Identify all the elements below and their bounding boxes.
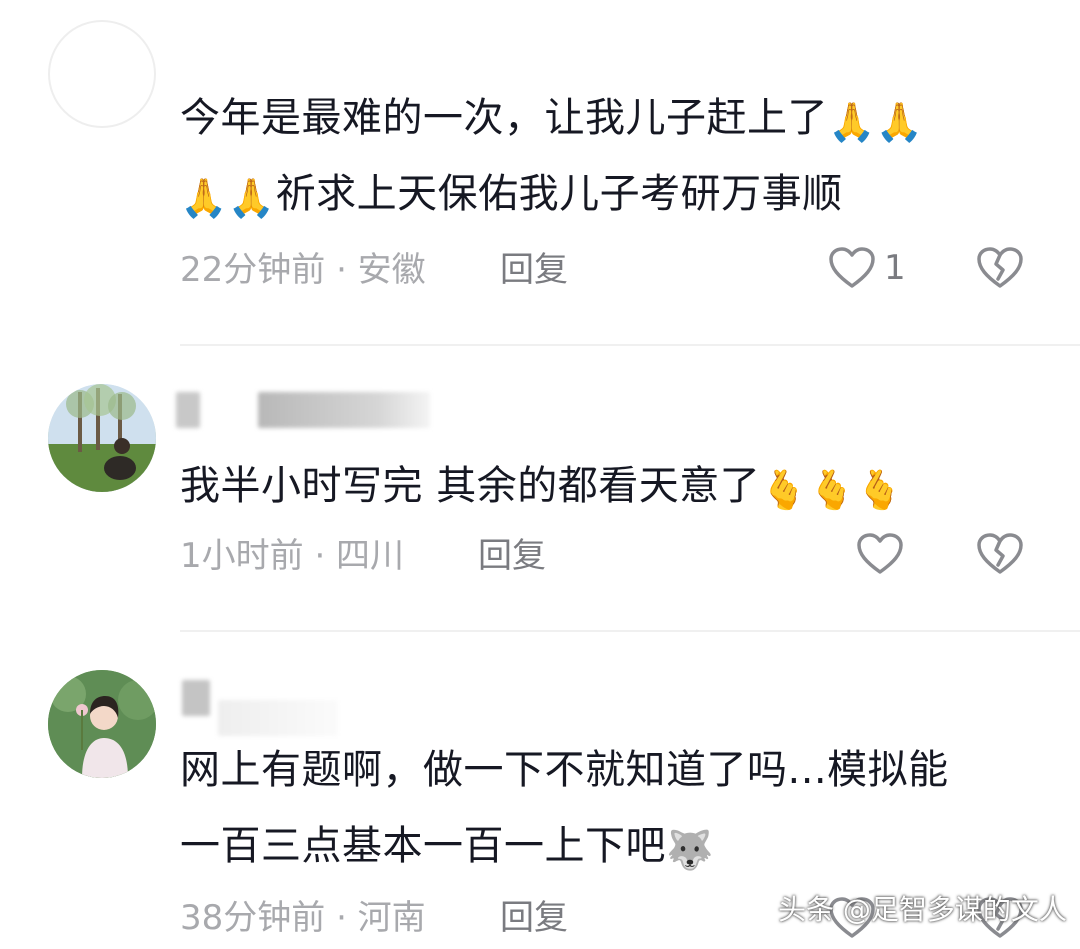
- reply-button[interactable]: 回复: [500, 898, 568, 938]
- comment-text-line: 网上有题啊，做一下不就知道了吗...模拟能: [180, 747, 949, 793]
- avatar-image: [48, 670, 156, 778]
- comment-meta: 38分钟前 · 河南: [180, 898, 426, 938]
- comment-3: 网上有题啊，做一下不就知道了吗...模拟能 一百三点基本一百一上下吧🐺 38分钟…: [0, 0, 1080, 949]
- comment-text: 网上有题啊，做一下不就知道了吗...模拟能 一百三点基本一百一上下吧🐺: [180, 732, 1040, 884]
- avatar[interactable]: [48, 670, 156, 778]
- husky-emoji: 🐺: [666, 828, 714, 872]
- watermark: 头条 @足智多谋的文人: [778, 893, 1067, 926]
- username-redacted: [182, 680, 210, 716]
- username-redacted: [218, 700, 338, 736]
- comment-text-line: 一百三点基本一百一上下吧: [180, 823, 666, 869]
